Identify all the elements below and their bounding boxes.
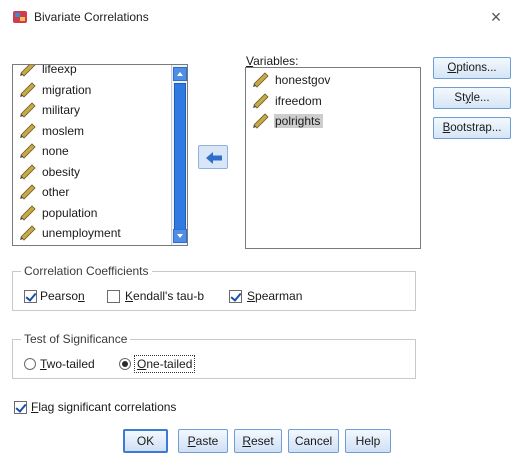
source-list-item[interactable]: migration (13, 80, 172, 101)
scale-variable-icon (19, 164, 37, 180)
variables-target-list[interactable]: honestgov ifreedom polrights (245, 67, 421, 249)
scale-variable-icon (19, 184, 37, 200)
scale-variable-icon (252, 93, 270, 109)
one-tailed-label[interactable]: One-tailed (134, 355, 196, 373)
variables-label: Variables: (246, 54, 299, 68)
source-list-item[interactable]: obesity (13, 162, 172, 183)
scrollbar-thumb[interactable] (174, 83, 186, 230)
source-list-item-label: moslem (42, 123, 85, 138)
reset-button[interactable]: Reset (234, 429, 282, 453)
variables-list-item-label: polrights (274, 114, 324, 129)
ok-button[interactable]: OK (123, 429, 168, 453)
variables-list-item-label: honestgov (275, 73, 331, 88)
variables-list-item[interactable]: polrights (246, 111, 420, 132)
options-button[interactable]: Options... (433, 57, 511, 79)
spss-app-icon (12, 9, 28, 25)
source-list-item-label: lifeexp (42, 64, 77, 77)
source-list-item[interactable]: other (13, 182, 172, 203)
source-list-item-label: obesity (42, 164, 81, 179)
one-tailed-radio[interactable] (119, 358, 131, 370)
source-list-item[interactable]: unemployment (13, 223, 172, 244)
two-tailed-label[interactable]: Two-tailed (40, 357, 95, 371)
scale-variable-icon (19, 102, 37, 118)
scroll-up-arrow-icon[interactable] (173, 67, 187, 81)
spearman-checkbox[interactable] (229, 290, 242, 303)
variables-list-item-label: ifreedom (275, 93, 322, 108)
source-list-item-label: unemployment (42, 226, 121, 241)
flag-significant-label[interactable]: Flag significant correlations (31, 400, 176, 414)
kendall-label[interactable]: Kendall's tau-b (125, 289, 204, 303)
source-list-item-label: none (42, 144, 69, 159)
variables-list-item[interactable]: honestgov (246, 70, 420, 91)
variables-list-item[interactable]: ifreedom (246, 91, 420, 112)
scale-variable-icon (19, 123, 37, 139)
title-bar: Bivariate Correlations × (0, 0, 521, 36)
pearson-label[interactable]: Pearson (40, 289, 85, 303)
source-list-item[interactable]: none (13, 141, 172, 162)
scale-variable-icon (252, 72, 270, 88)
source-list-item[interactable]: military (13, 100, 172, 121)
test-of-significance-title: Test of Significance (21, 332, 131, 346)
scale-variable-icon (19, 225, 37, 241)
help-button[interactable]: Help (345, 429, 391, 453)
source-list-item[interactable]: population (13, 203, 172, 224)
source-list-item-label: other (42, 185, 70, 200)
bootstrap-button[interactable]: Bootstrap... (433, 117, 511, 139)
source-list-item-label: migration (42, 82, 92, 97)
cancel-button[interactable]: Cancel (288, 429, 339, 453)
arrow-left-icon (206, 152, 222, 164)
move-variable-button[interactable] (198, 145, 228, 169)
spearman-label[interactable]: Spearman (247, 289, 302, 303)
kendall-checkbox[interactable] (107, 290, 120, 303)
source-list-item[interactable]: moslem (13, 121, 172, 142)
source-list-item[interactable]: lifeexp (13, 64, 172, 80)
source-list-scrollbar[interactable] (171, 65, 187, 245)
source-variable-list[interactable]: lifeexp migration military moslem none obesit… (12, 64, 188, 246)
scale-variable-icon (19, 82, 37, 98)
source-list-item-label: population (42, 205, 98, 220)
paste-button[interactable]: Paste (178, 429, 228, 453)
scale-variable-icon (19, 205, 37, 221)
two-tailed-radio[interactable] (24, 358, 36, 370)
scale-variable-icon (19, 65, 37, 77)
source-list-item-label: military (42, 103, 80, 118)
window-title: Bivariate Correlations (34, 10, 149, 24)
flag-significant-checkbox[interactable] (14, 401, 27, 414)
style-button[interactable]: Style... (433, 87, 511, 109)
scale-variable-icon (252, 113, 270, 129)
scroll-down-arrow-icon[interactable] (173, 229, 187, 243)
pearson-checkbox[interactable] (24, 290, 37, 303)
correlation-coefficients-title: Correlation Coefficients (21, 264, 152, 278)
close-icon[interactable]: × (485, 6, 507, 28)
scale-variable-icon (19, 143, 37, 159)
